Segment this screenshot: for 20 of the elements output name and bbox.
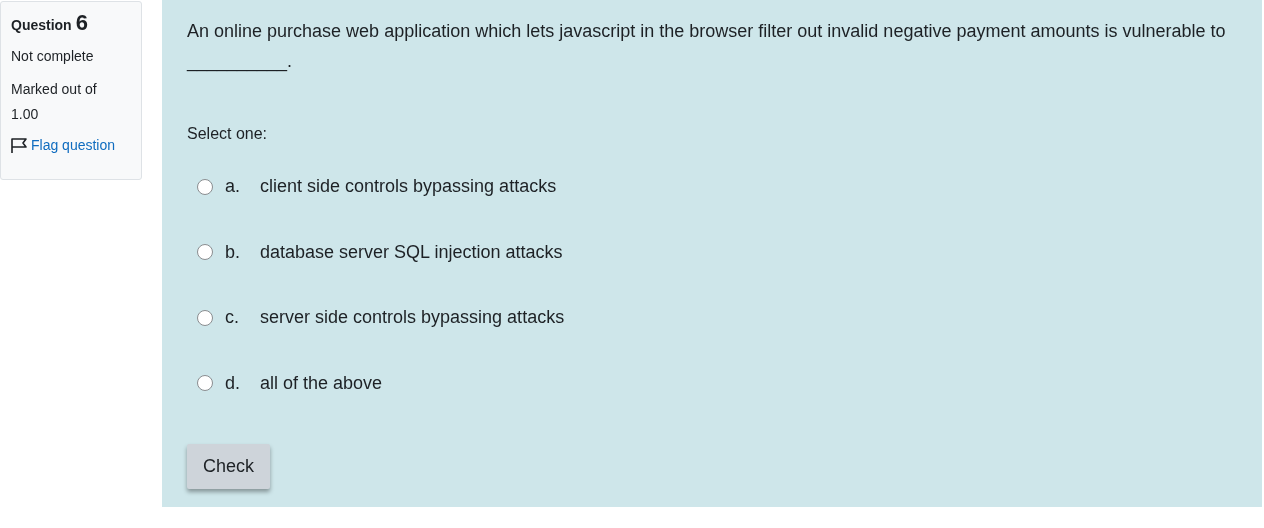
- radio-button[interactable]: [197, 244, 213, 261]
- option-text: server side controls bypassing attacks: [260, 306, 565, 330]
- check-button[interactable]: Check: [187, 444, 271, 489]
- question-label: Question: [11, 16, 72, 35]
- question-text: An online purchase web application which lets javascript in the browser filter out invalid negative payment amounts is vulnerable to __________.: [187, 20, 1227, 74]
- option-letter: a.: [225, 175, 241, 199]
- option-text: client side controls bypassing attacks: [260, 175, 557, 199]
- option-text: all of the above: [260, 371, 383, 395]
- radio-button[interactable]: [197, 309, 213, 326]
- option-text: database server SQL injection attacks: [260, 240, 563, 264]
- radio-button[interactable]: [197, 375, 213, 392]
- flag-question-link[interactable]: Flag question: [10, 135, 116, 156]
- status-text: Not complete: [11, 47, 95, 66]
- option-letter: d.: [225, 371, 241, 395]
- option-letter: b.: [225, 240, 241, 264]
- select-prompt: Select one:: [187, 124, 269, 144]
- question-number: 6: [75, 12, 88, 34]
- option-letter: c.: [225, 306, 240, 330]
- mark-text: Marked out of 1.00: [11, 80, 98, 124]
- radio-button[interactable]: [197, 178, 213, 195]
